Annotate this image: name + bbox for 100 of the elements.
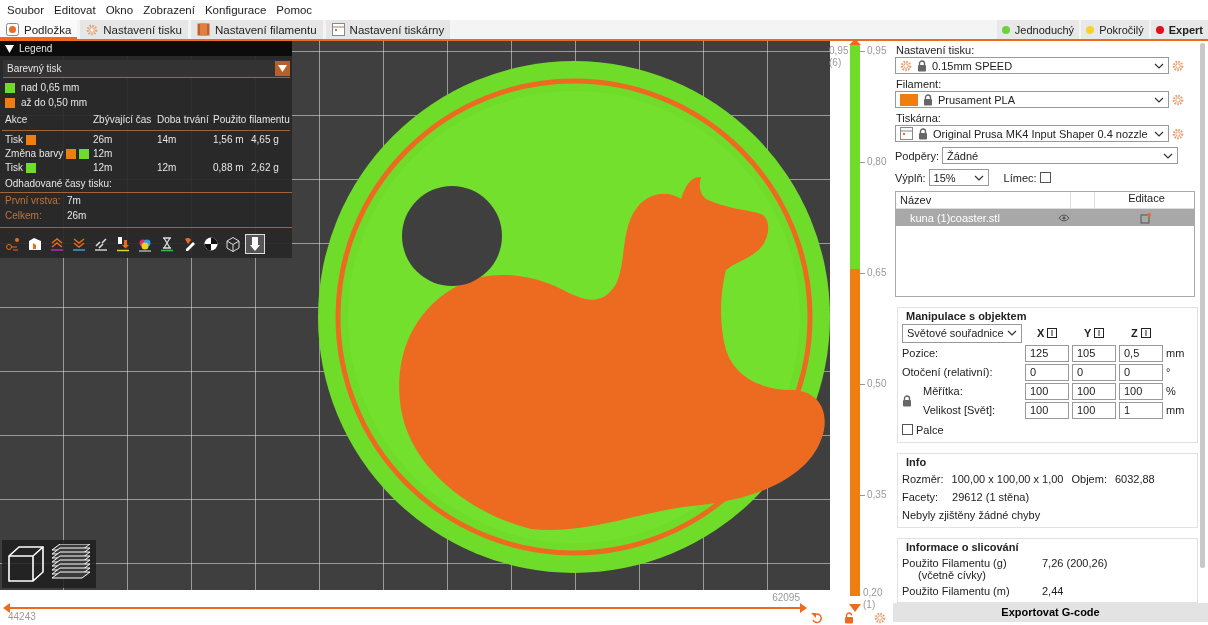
number-field[interactable]: 0 xyxy=(1119,363,1163,381)
menu-item[interactable]: Soubor xyxy=(2,4,50,16)
column-header: Doba trvání xyxy=(157,113,210,127)
menu-item[interactable]: Konfigurace xyxy=(199,4,272,16)
chevron-down-icon xyxy=(1154,130,1164,137)
menu-item[interactable]: Zobrazení xyxy=(138,4,200,16)
info-label: Použito Filamentu (m) xyxy=(902,584,1011,597)
number-field[interactable]: 0 xyxy=(1072,363,1116,381)
horizontal-slider[interactable] xyxy=(3,603,807,613)
chevron-down-icon xyxy=(1007,330,1017,337)
mode-button[interactable]: Pokročilý xyxy=(1081,20,1149,39)
layer-number: (1) xyxy=(863,599,877,611)
axis-label: Z xyxy=(1131,327,1138,340)
info-label: Použito Filamentu (g) xyxy=(902,556,1008,569)
table-cell-text: 12m xyxy=(157,162,178,173)
checkbox[interactable] xyxy=(902,424,913,436)
field-label: Pozice: xyxy=(902,347,940,360)
infill-dropdown[interactable]: 15% xyxy=(928,169,989,186)
number-field[interactable]: 100 xyxy=(1072,401,1116,419)
chevron-down-icon xyxy=(1154,96,1164,103)
lock-icon xyxy=(902,394,912,407)
field-label: Výplň: xyxy=(895,171,926,184)
tab[interactable]: Nastavení filamentu xyxy=(190,20,323,39)
unit-label: % xyxy=(1166,385,1177,398)
number-field[interactable]: 0 xyxy=(1025,363,1069,381)
action-label: Tisk xyxy=(5,134,23,145)
lock-icon xyxy=(923,93,933,106)
tab[interactable]: Nastavení tiskárny xyxy=(325,20,451,39)
chevrons-up-icon xyxy=(49,236,65,252)
menu-item[interactable]: Editovat xyxy=(49,4,101,16)
lock-icon xyxy=(917,59,927,72)
number-field[interactable]: 100 xyxy=(1072,382,1116,400)
unit-label: mm xyxy=(1166,347,1186,360)
number-field[interactable]: 1 xyxy=(1119,401,1163,419)
axis-drag-icon[interactable] xyxy=(1094,328,1105,339)
info-label: Rozměr: xyxy=(902,472,944,485)
view-type-dropdown[interactable]: Barevný tisk xyxy=(3,60,290,78)
printer-icon xyxy=(331,23,345,36)
toolbar-button[interactable] xyxy=(245,234,265,254)
menu-item[interactable]: Pomoc xyxy=(271,4,318,16)
supports-dropdown[interactable]: Žádné xyxy=(942,147,1179,164)
range-label: nad 0,65 mm xyxy=(21,82,80,93)
chevron-down-icon xyxy=(1163,152,1174,159)
toolbar-button[interactable] xyxy=(223,234,243,254)
table-cell-text: 12m xyxy=(93,162,114,173)
slider-thumb[interactable] xyxy=(800,603,807,613)
table-cell-text: 4,65 g xyxy=(251,134,280,145)
number-field[interactable]: 100 xyxy=(1119,382,1163,400)
print-settings-dropdown[interactable]: 0.15mm SPEED xyxy=(895,57,1169,74)
filament-dropdown[interactable]: Prusament PLA xyxy=(895,91,1169,108)
action-label: Tisk xyxy=(5,162,23,173)
section-title: Info xyxy=(904,455,929,468)
tick-label: 0,95 xyxy=(867,45,887,56)
export-gcode-button[interactable]: Exportovat G-code xyxy=(893,602,1208,622)
number-field[interactable]: 105 xyxy=(1072,344,1116,362)
slider-thumb[interactable] xyxy=(849,39,861,47)
section-title: Informace o slicování xyxy=(904,540,1021,553)
column-header: Název xyxy=(899,194,933,206)
number-field[interactable]: 125 xyxy=(1025,344,1069,362)
range-label: až do 0,50 mm xyxy=(21,97,88,108)
slider-thumb[interactable] xyxy=(849,604,861,612)
menu-item[interactable]: Okno xyxy=(100,4,139,16)
vertical-slider[interactable] xyxy=(849,39,861,612)
number-field[interactable]: 100 xyxy=(1025,382,1069,400)
slider-value: 62095 xyxy=(772,592,800,603)
legend-header[interactable]: Legend xyxy=(0,41,292,56)
section-title: Manipulace s objektem xyxy=(904,309,1029,322)
slider-value: 0,20 xyxy=(863,587,884,599)
table-cell-text: 12m xyxy=(93,148,114,159)
coordinates-dropdown[interactable]: Světové souřadnice xyxy=(902,323,1022,343)
field-label: Podpěry: xyxy=(895,149,940,162)
eye-icon[interactable] xyxy=(1058,213,1070,222)
tab[interactable]: Nastavení tisku xyxy=(80,20,188,39)
chevron-down-icon xyxy=(1154,62,1164,69)
chevrons-down-icon xyxy=(71,236,87,252)
number-field[interactable]: 100 xyxy=(1025,401,1069,419)
axis-drag-icon[interactable] xyxy=(1047,328,1058,339)
cube-outline-icon xyxy=(225,236,241,252)
tool-marker-icon xyxy=(247,236,263,252)
column-header: Editace xyxy=(1094,192,1194,208)
undo-icon[interactable] xyxy=(811,612,823,624)
checker-circle-icon xyxy=(203,236,219,252)
table-cell-text: 14m xyxy=(157,134,178,145)
field-label: Otočení (relativní): xyxy=(902,366,994,379)
triangle-down-icon xyxy=(278,65,287,72)
lock-icon[interactable] xyxy=(844,612,854,624)
info-label: (včetně cívky) xyxy=(917,568,987,581)
field-label: Nastavení tisku: xyxy=(895,43,976,57)
cube-outline-icon[interactable] xyxy=(6,544,46,584)
column-header: Akce xyxy=(5,113,29,127)
axis-drag-icon[interactable] xyxy=(1140,328,1151,339)
filament-spool-icon xyxy=(196,23,210,36)
slider-thumb[interactable] xyxy=(3,603,10,613)
number-field[interactable]: 0,5 xyxy=(1119,344,1163,362)
checkbox[interactable] xyxy=(1039,172,1051,183)
mode-button[interactable]: Expert xyxy=(1150,20,1208,39)
printer-dropdown[interactable]: Original Prusa MK4 Input Shaper 0.4 nozzle xyxy=(895,125,1169,142)
mode-button[interactable]: Jednoduchý xyxy=(996,20,1080,39)
tab[interactable]: Podložka xyxy=(0,20,78,39)
table-cell-text: 1,56 m xyxy=(213,134,245,145)
